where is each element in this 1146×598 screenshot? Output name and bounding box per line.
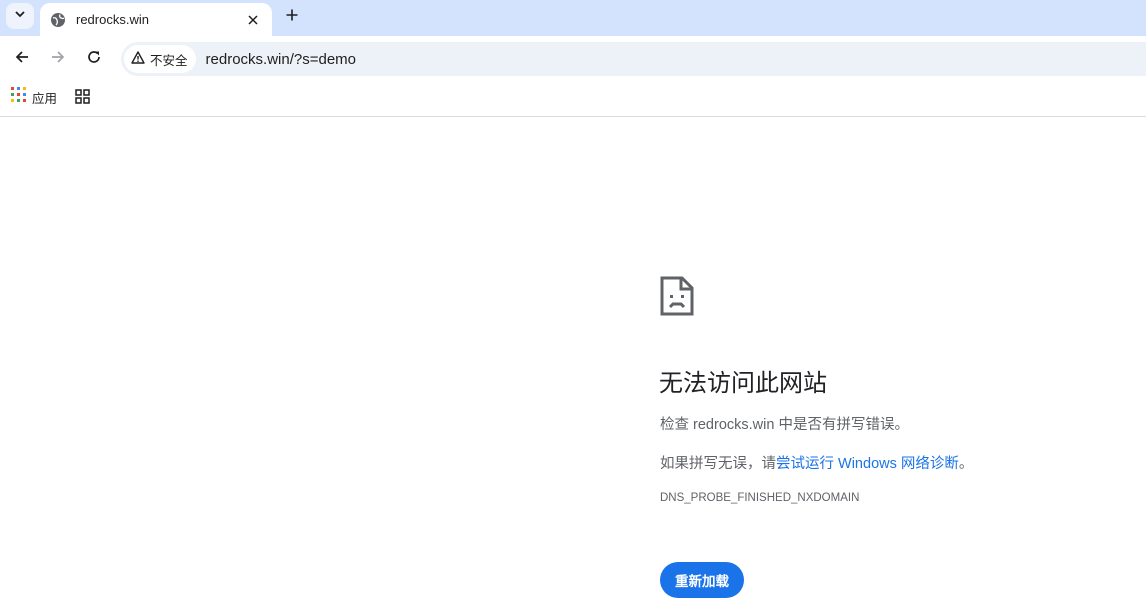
suggestion-suffix: 。 [958, 456, 974, 472]
plus-icon [286, 8, 298, 26]
network-diagnostics-link[interactable]: 尝试运行 Windows 网络诊断 [776, 456, 959, 472]
tab-groups-icon[interactable] [75, 89, 90, 104]
error-suggestion-diagnostics: 如果拼写无误，请尝试运行 Windows 网络诊断。 [660, 452, 973, 473]
arrow-left-icon [14, 49, 30, 70]
bookmark-apps[interactable]: 应用 [11, 87, 58, 107]
browser-tab[interactable]: redrocks.win [40, 3, 272, 36]
chevron-down-icon [14, 7, 26, 25]
new-tab-button[interactable] [280, 5, 304, 29]
toolbar: 不安全 redrocks.win/?s=demo [0, 36, 1146, 80]
security-label: 不安全 [150, 53, 188, 68]
reload-page-button[interactable]: 重新加载 [660, 562, 744, 598]
address-bar[interactable]: 不安全 redrocks.win/?s=demo [121, 42, 1146, 76]
globe-icon [50, 12, 66, 28]
tab-strip: redrocks.win [0, 0, 1146, 36]
tab-title: redrocks.win [76, 12, 149, 27]
bookmark-apps-label: 应用 [32, 91, 58, 106]
error-suggestion-spelling: 检查 redrocks.win 中是否有拼写错误。 [660, 417, 909, 433]
warning-icon [131, 51, 145, 67]
close-icon[interactable] [244, 11, 262, 29]
url-text[interactable]: redrocks.win/?s=demo [206, 51, 356, 68]
apps-grid-icon [11, 87, 26, 107]
tab-search-button[interactable] [6, 3, 34, 29]
forward-button[interactable] [44, 45, 72, 73]
back-button[interactable] [8, 45, 36, 73]
security-chip[interactable]: 不安全 [124, 45, 196, 73]
refresh-icon [86, 49, 102, 70]
bookmarks-bar: 应用 [0, 80, 1146, 117]
sad-page-icon [660, 276, 694, 316]
arrow-right-icon [50, 49, 66, 70]
reload-button[interactable] [80, 45, 108, 73]
suggestion-prefix: 如果拼写无误，请 [660, 456, 776, 472]
error-code: DNS_PROBE_FINISHED_NXDOMAIN [660, 492, 860, 504]
error-page: 无法访问此网站 检查 redrocks.win 中是否有拼写错误。 如果拼写无误… [0, 117, 1146, 598]
error-title: 无法访问此网站 [659, 370, 827, 397]
